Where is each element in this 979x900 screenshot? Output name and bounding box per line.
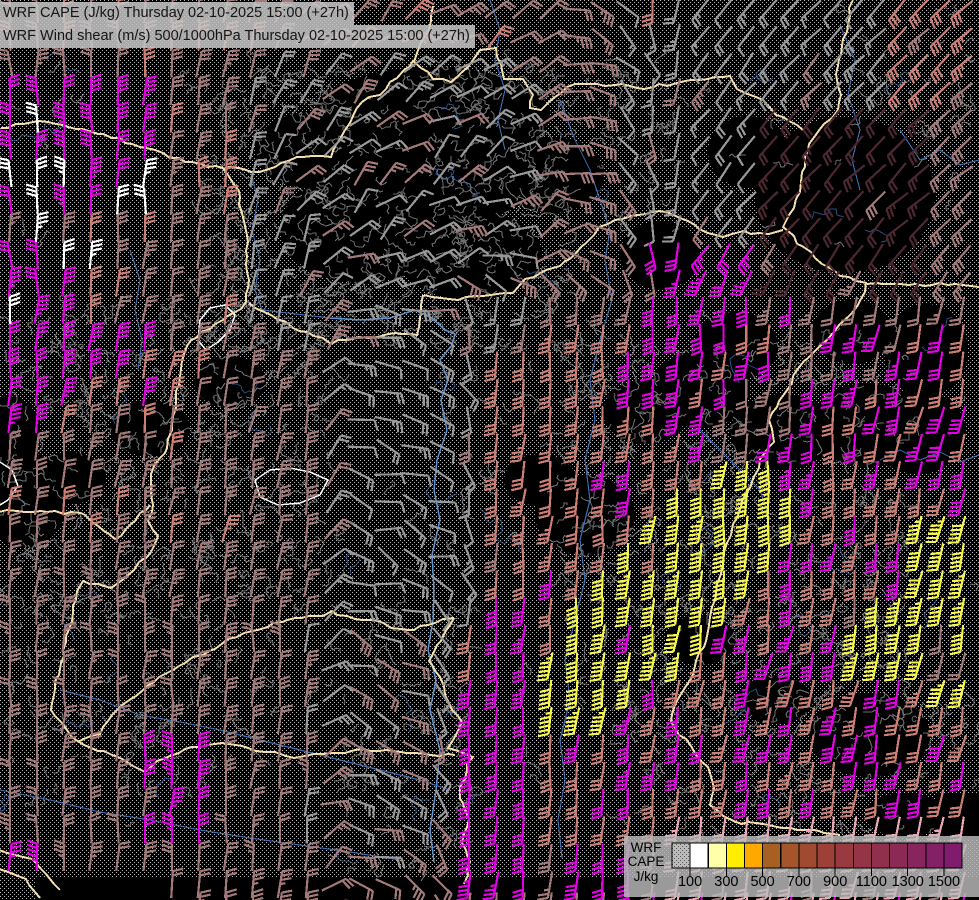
- svg-text:700: 700: [787, 874, 811, 890]
- svg-text:900: 900: [823, 874, 847, 890]
- svg-text:J/kg: J/kg: [634, 869, 659, 884]
- svg-text:300: 300: [714, 874, 738, 890]
- svg-text:500: 500: [750, 874, 774, 890]
- svg-text:CAPE: CAPE: [628, 854, 665, 869]
- svg-text:1500: 1500: [928, 874, 960, 890]
- svg-text:WRF: WRF: [631, 840, 662, 855]
- svg-text:1100: 1100: [856, 874, 887, 890]
- svg-text:100: 100: [678, 874, 702, 890]
- svg-text:1300: 1300: [892, 874, 924, 890]
